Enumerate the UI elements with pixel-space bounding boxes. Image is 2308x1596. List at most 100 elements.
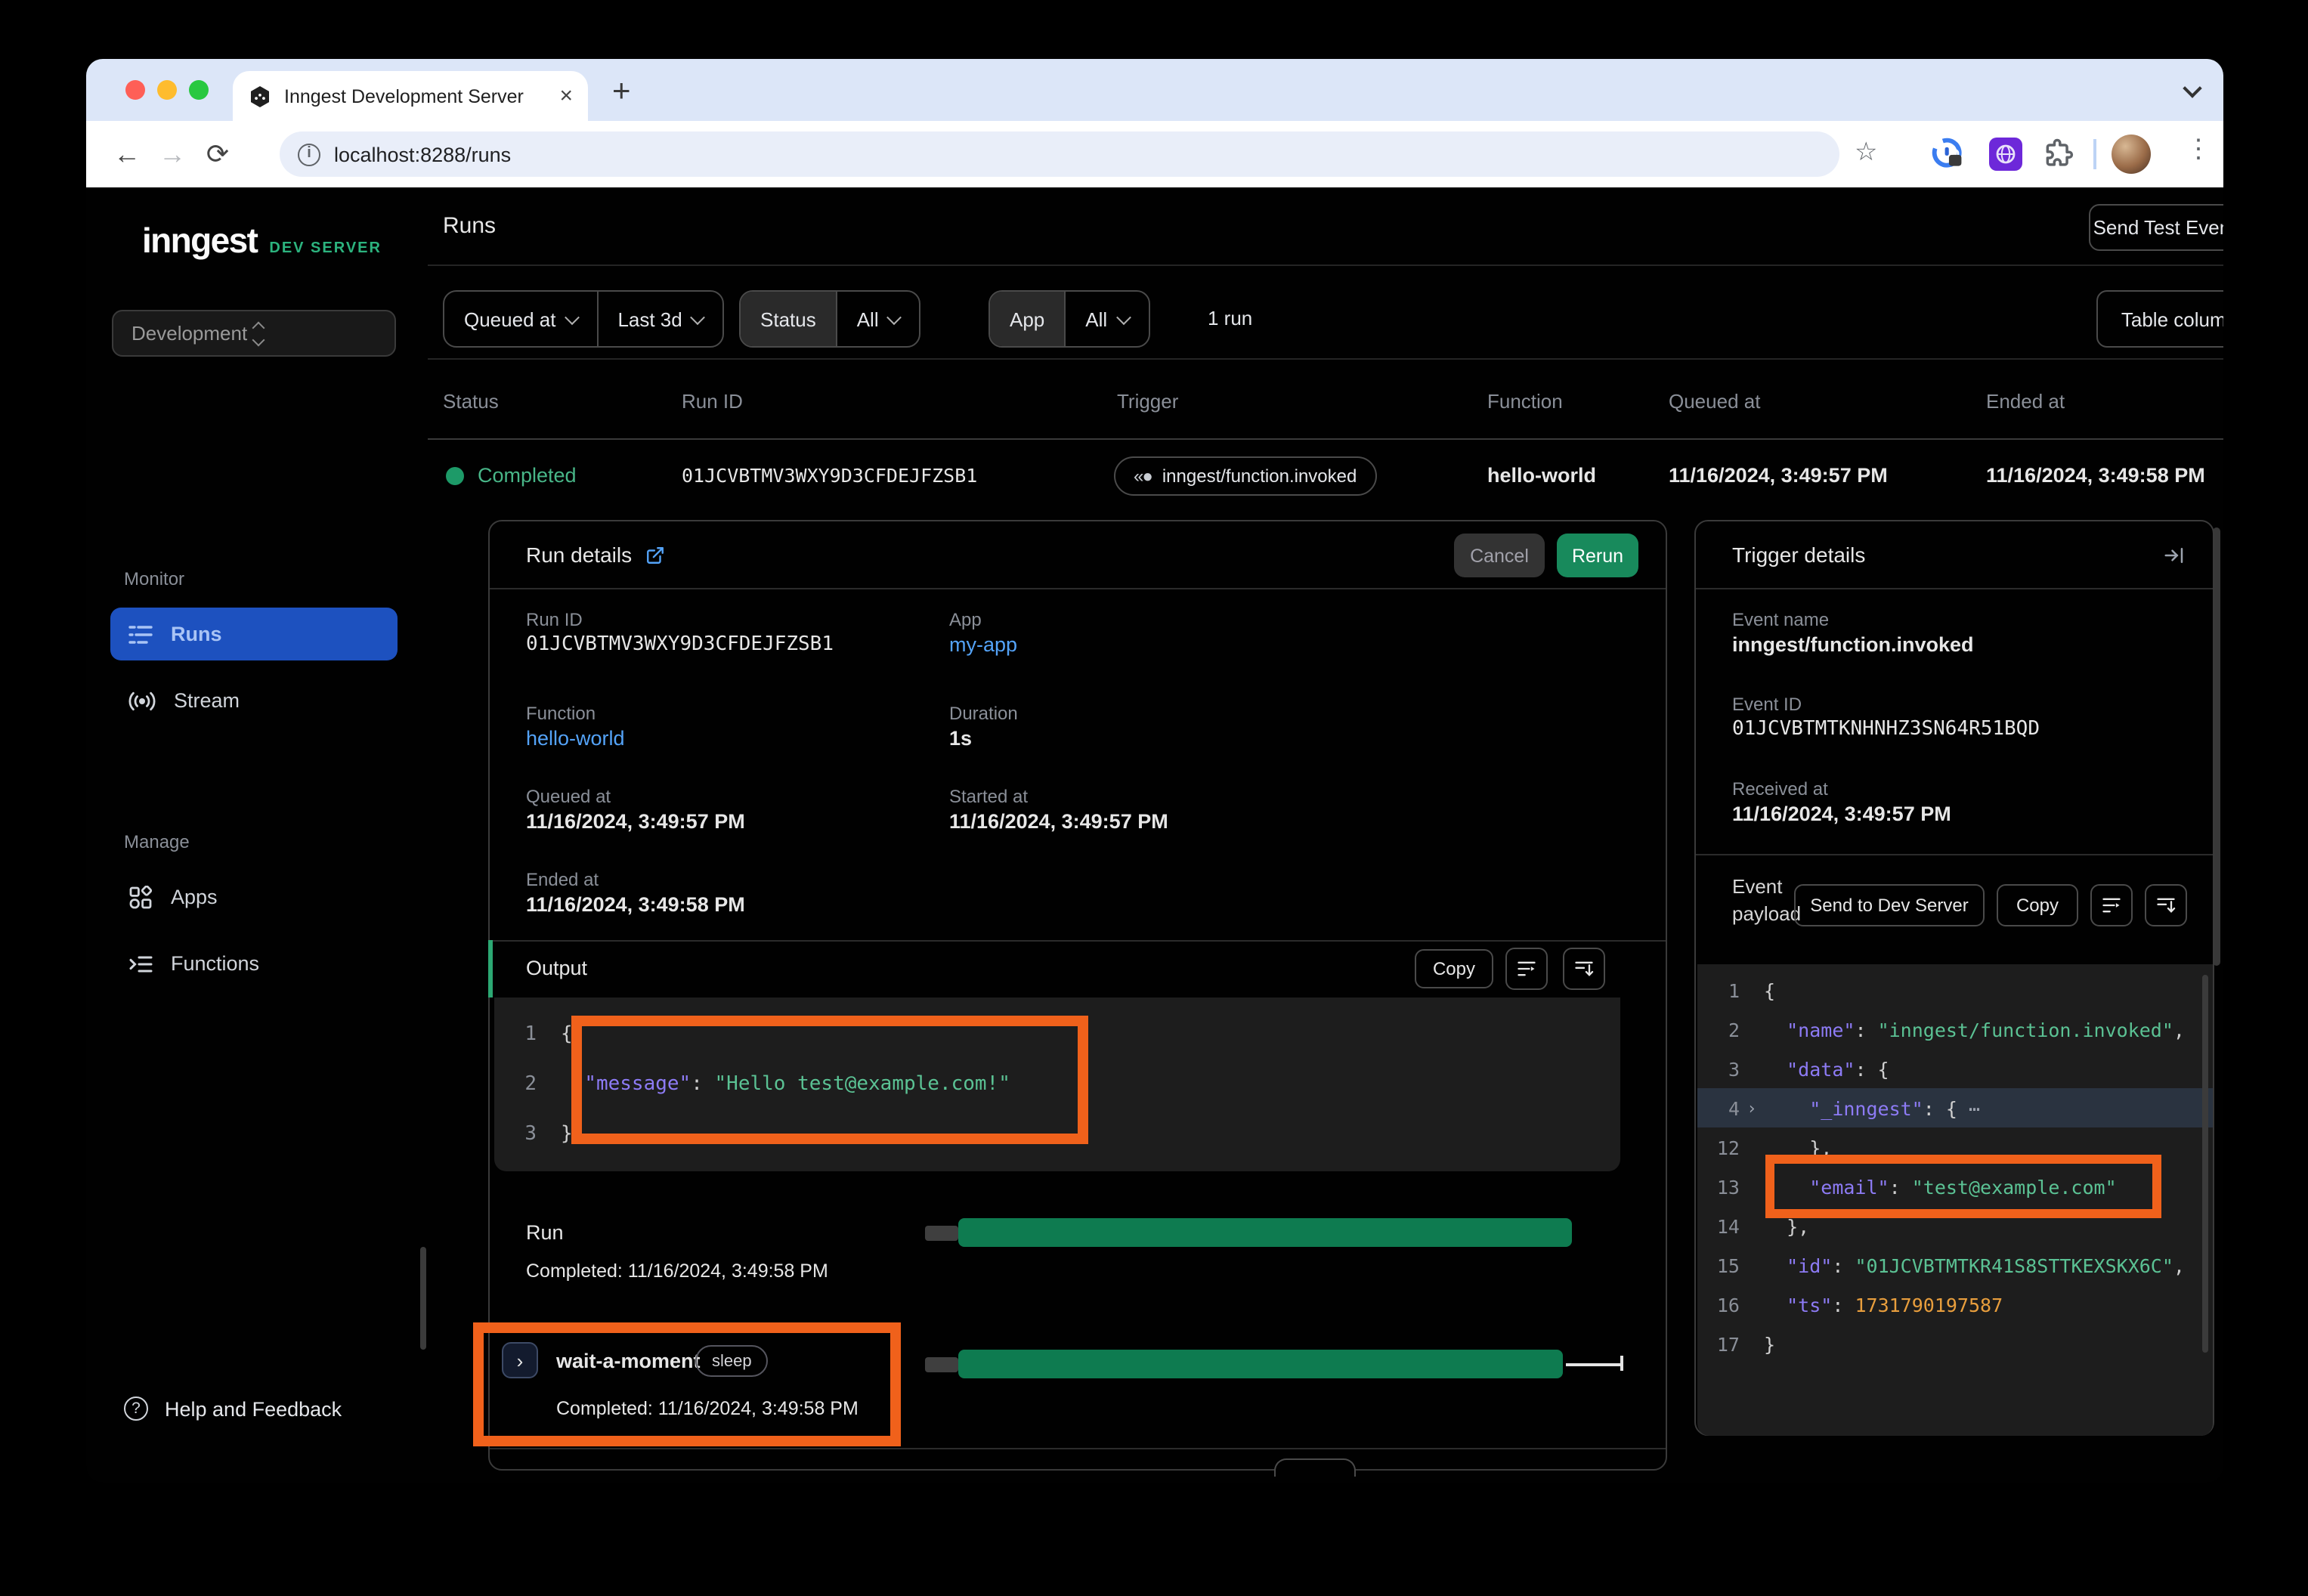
- code-line: 14 },: [1697, 1206, 2213, 1245]
- event-name-value: inngest/function.invoked: [1732, 633, 1974, 656]
- environment-value: Development: [131, 322, 254, 345]
- collapse-chevron-icon[interactable]: ›: [1740, 1098, 1764, 1118]
- help-label: Help and Feedback: [165, 1397, 342, 1420]
- step-timeline-bar[interactable]: [958, 1350, 1563, 1378]
- code-text: },: [1764, 1136, 1832, 1158]
- table-columns-button[interactable]: Table columns: [2096, 290, 2223, 348]
- page-title: Runs: [443, 213, 496, 239]
- runs-list-icon: [128, 623, 153, 645]
- timeline-run-label: Run: [526, 1221, 564, 1244]
- payload-scrollbar[interactable]: [2202, 975, 2208, 1353]
- divider: [428, 358, 2223, 360]
- time-range-dropdown[interactable]: Last 3d: [598, 292, 722, 346]
- sleep-extension-line: [1566, 1363, 1620, 1366]
- output-title: Output: [526, 957, 587, 979]
- trigger-details-header: Trigger details: [1696, 521, 2213, 589]
- code-text: "data": {: [1764, 1057, 1889, 1080]
- tab-search-chevron-icon[interactable]: [2183, 79, 2201, 97]
- dev-server-badge: DEV SERVER: [269, 240, 382, 257]
- app-filter-pill: App All: [988, 290, 1149, 348]
- line-number: 14: [1697, 1214, 1740, 1237]
- globe-extension-icon[interactable]: [1989, 138, 2022, 178]
- reload-icon[interactable]: ⟳: [195, 138, 240, 170]
- time-field-dropdown[interactable]: Queued at: [444, 292, 596, 346]
- back-icon[interactable]: ←: [104, 138, 150, 170]
- select-updown-icon: [254, 323, 376, 344]
- annotation-box-step: [473, 1322, 901, 1446]
- scroll-to-bottom-icon[interactable]: [1563, 948, 1605, 990]
- event-id-value: 01JCVBTMTKNHNHZ3SN64R51BQD: [1732, 718, 2040, 741]
- time-filter-pill: Queued at Last 3d: [443, 290, 725, 348]
- scroll-to-bottom-icon[interactable]: [2145, 884, 2187, 926]
- field-label: Duration: [949, 703, 1018, 724]
- table-row[interactable]: Completed 01JCVBTMV3WXY9D3CFDEJFZSB1 «● …: [428, 438, 2223, 514]
- app-filter-label: App: [990, 292, 1064, 346]
- event-payload-code: 1{2 "name": "inngest/function.invoked",3…: [1697, 964, 2213, 1436]
- line-number: 13: [1697, 1175, 1740, 1198]
- queued-at-value: 11/16/2024, 3:49:57 PM: [526, 810, 745, 833]
- word-wrap-icon[interactable]: [1505, 948, 1548, 990]
- forward-icon[interactable]: →: [150, 138, 195, 170]
- browser-tab[interactable]: Inngest Development Server ×: [233, 71, 588, 121]
- sidebar-item-apps[interactable]: Apps: [110, 871, 398, 923]
- close-tab-icon[interactable]: ×: [559, 85, 573, 107]
- rerun-button[interactable]: Rerun: [1557, 534, 1638, 577]
- screen: Inngest Development Server × + ← → ⟳ i l…: [0, 0, 2308, 1596]
- partially-visible-button[interactable]: [1274, 1458, 1356, 1477]
- password-manager-extension-icon[interactable]: [1932, 138, 1965, 178]
- run-count: 1 run: [1208, 307, 1252, 329]
- line-number: 3: [1697, 1057, 1740, 1080]
- help-and-feedback[interactable]: ? Help and Feedback: [124, 1396, 342, 1421]
- trigger-event-pill[interactable]: «● inngest/function.invoked: [1114, 456, 1376, 496]
- code-text: "ts": 1731790197587: [1764, 1293, 2003, 1316]
- sidebar-scrollbar[interactable]: [420, 1247, 426, 1350]
- app-filter-dropdown[interactable]: All: [1066, 292, 1148, 346]
- send-test-event-button[interactable]: Send Test Event: [2089, 204, 2223, 251]
- field-label: Received at: [1732, 778, 1828, 800]
- sidebar-item-label: Stream: [174, 689, 240, 712]
- step-kind-badge: sleep: [695, 1345, 769, 1377]
- field-label: App: [949, 609, 982, 630]
- started-at-value: 11/16/2024, 3:49:57 PM: [949, 810, 1168, 833]
- cancel-button[interactable]: Cancel: [1454, 534, 1545, 577]
- field-label: Function: [526, 703, 596, 724]
- environment-select[interactable]: Development: [112, 310, 396, 357]
- url-bar[interactable]: i localhost:8288/runs: [280, 131, 1839, 177]
- run-timeline-bar[interactable]: [958, 1218, 1572, 1247]
- send-to-dev-server-button[interactable]: Send to Dev Server: [1794, 884, 1985, 926]
- column-header-function: Function: [1487, 390, 1563, 413]
- queue-segment: [925, 1357, 958, 1372]
- zoom-window-button[interactable]: [189, 80, 209, 100]
- help-question-icon: ?: [124, 1396, 148, 1421]
- sidebar-item-runs[interactable]: Runs: [110, 608, 398, 660]
- code-text: "name": "inngest/function.invoked",: [1764, 1018, 2185, 1041]
- external-link-icon[interactable]: [645, 545, 665, 564]
- word-wrap-icon[interactable]: [2090, 884, 2133, 926]
- copy-output-button[interactable]: Copy: [1415, 949, 1493, 988]
- row-queued-at: 11/16/2024, 3:49:57 PM: [1669, 464, 1888, 487]
- inngest-favicon-icon: [248, 84, 272, 108]
- extensions-puzzle-icon[interactable]: [2042, 138, 2074, 177]
- sidebar-item-functions[interactable]: Functions: [110, 937, 398, 990]
- browser-menu-icon[interactable]: ⋮: [2186, 135, 2211, 165]
- collapse-panel-icon[interactable]: [2163, 544, 2186, 567]
- expand-step-chevron[interactable]: ›: [502, 1342, 538, 1378]
- profile-avatar[interactable]: [2112, 135, 2151, 174]
- status-filter-dropdown[interactable]: All: [837, 292, 920, 346]
- bookmark-star-icon[interactable]: ☆: [1855, 138, 1878, 168]
- minimize-window-button[interactable]: [157, 80, 177, 100]
- column-header-ended-at: Ended at: [1986, 390, 2065, 413]
- code-text: "message": "Hello test@example.com!": [561, 1073, 1010, 1096]
- site-info-icon[interactable]: i: [298, 143, 320, 165]
- code-text: "_inngest": { ⋯: [1764, 1096, 1980, 1119]
- close-window-button[interactable]: [125, 80, 145, 100]
- app-link[interactable]: my-app: [949, 633, 1017, 656]
- line-number: 16: [1697, 1293, 1740, 1316]
- function-link[interactable]: hello-world: [526, 727, 625, 750]
- new-tab-button[interactable]: +: [612, 74, 631, 110]
- code-text: "email": "test@example.com": [1764, 1175, 2117, 1198]
- line-number: 2: [1697, 1018, 1740, 1041]
- copy-payload-button[interactable]: Copy: [1997, 884, 2078, 926]
- field-label: Event ID: [1732, 694, 1802, 715]
- sidebar-item-stream[interactable]: Stream: [110, 674, 398, 727]
